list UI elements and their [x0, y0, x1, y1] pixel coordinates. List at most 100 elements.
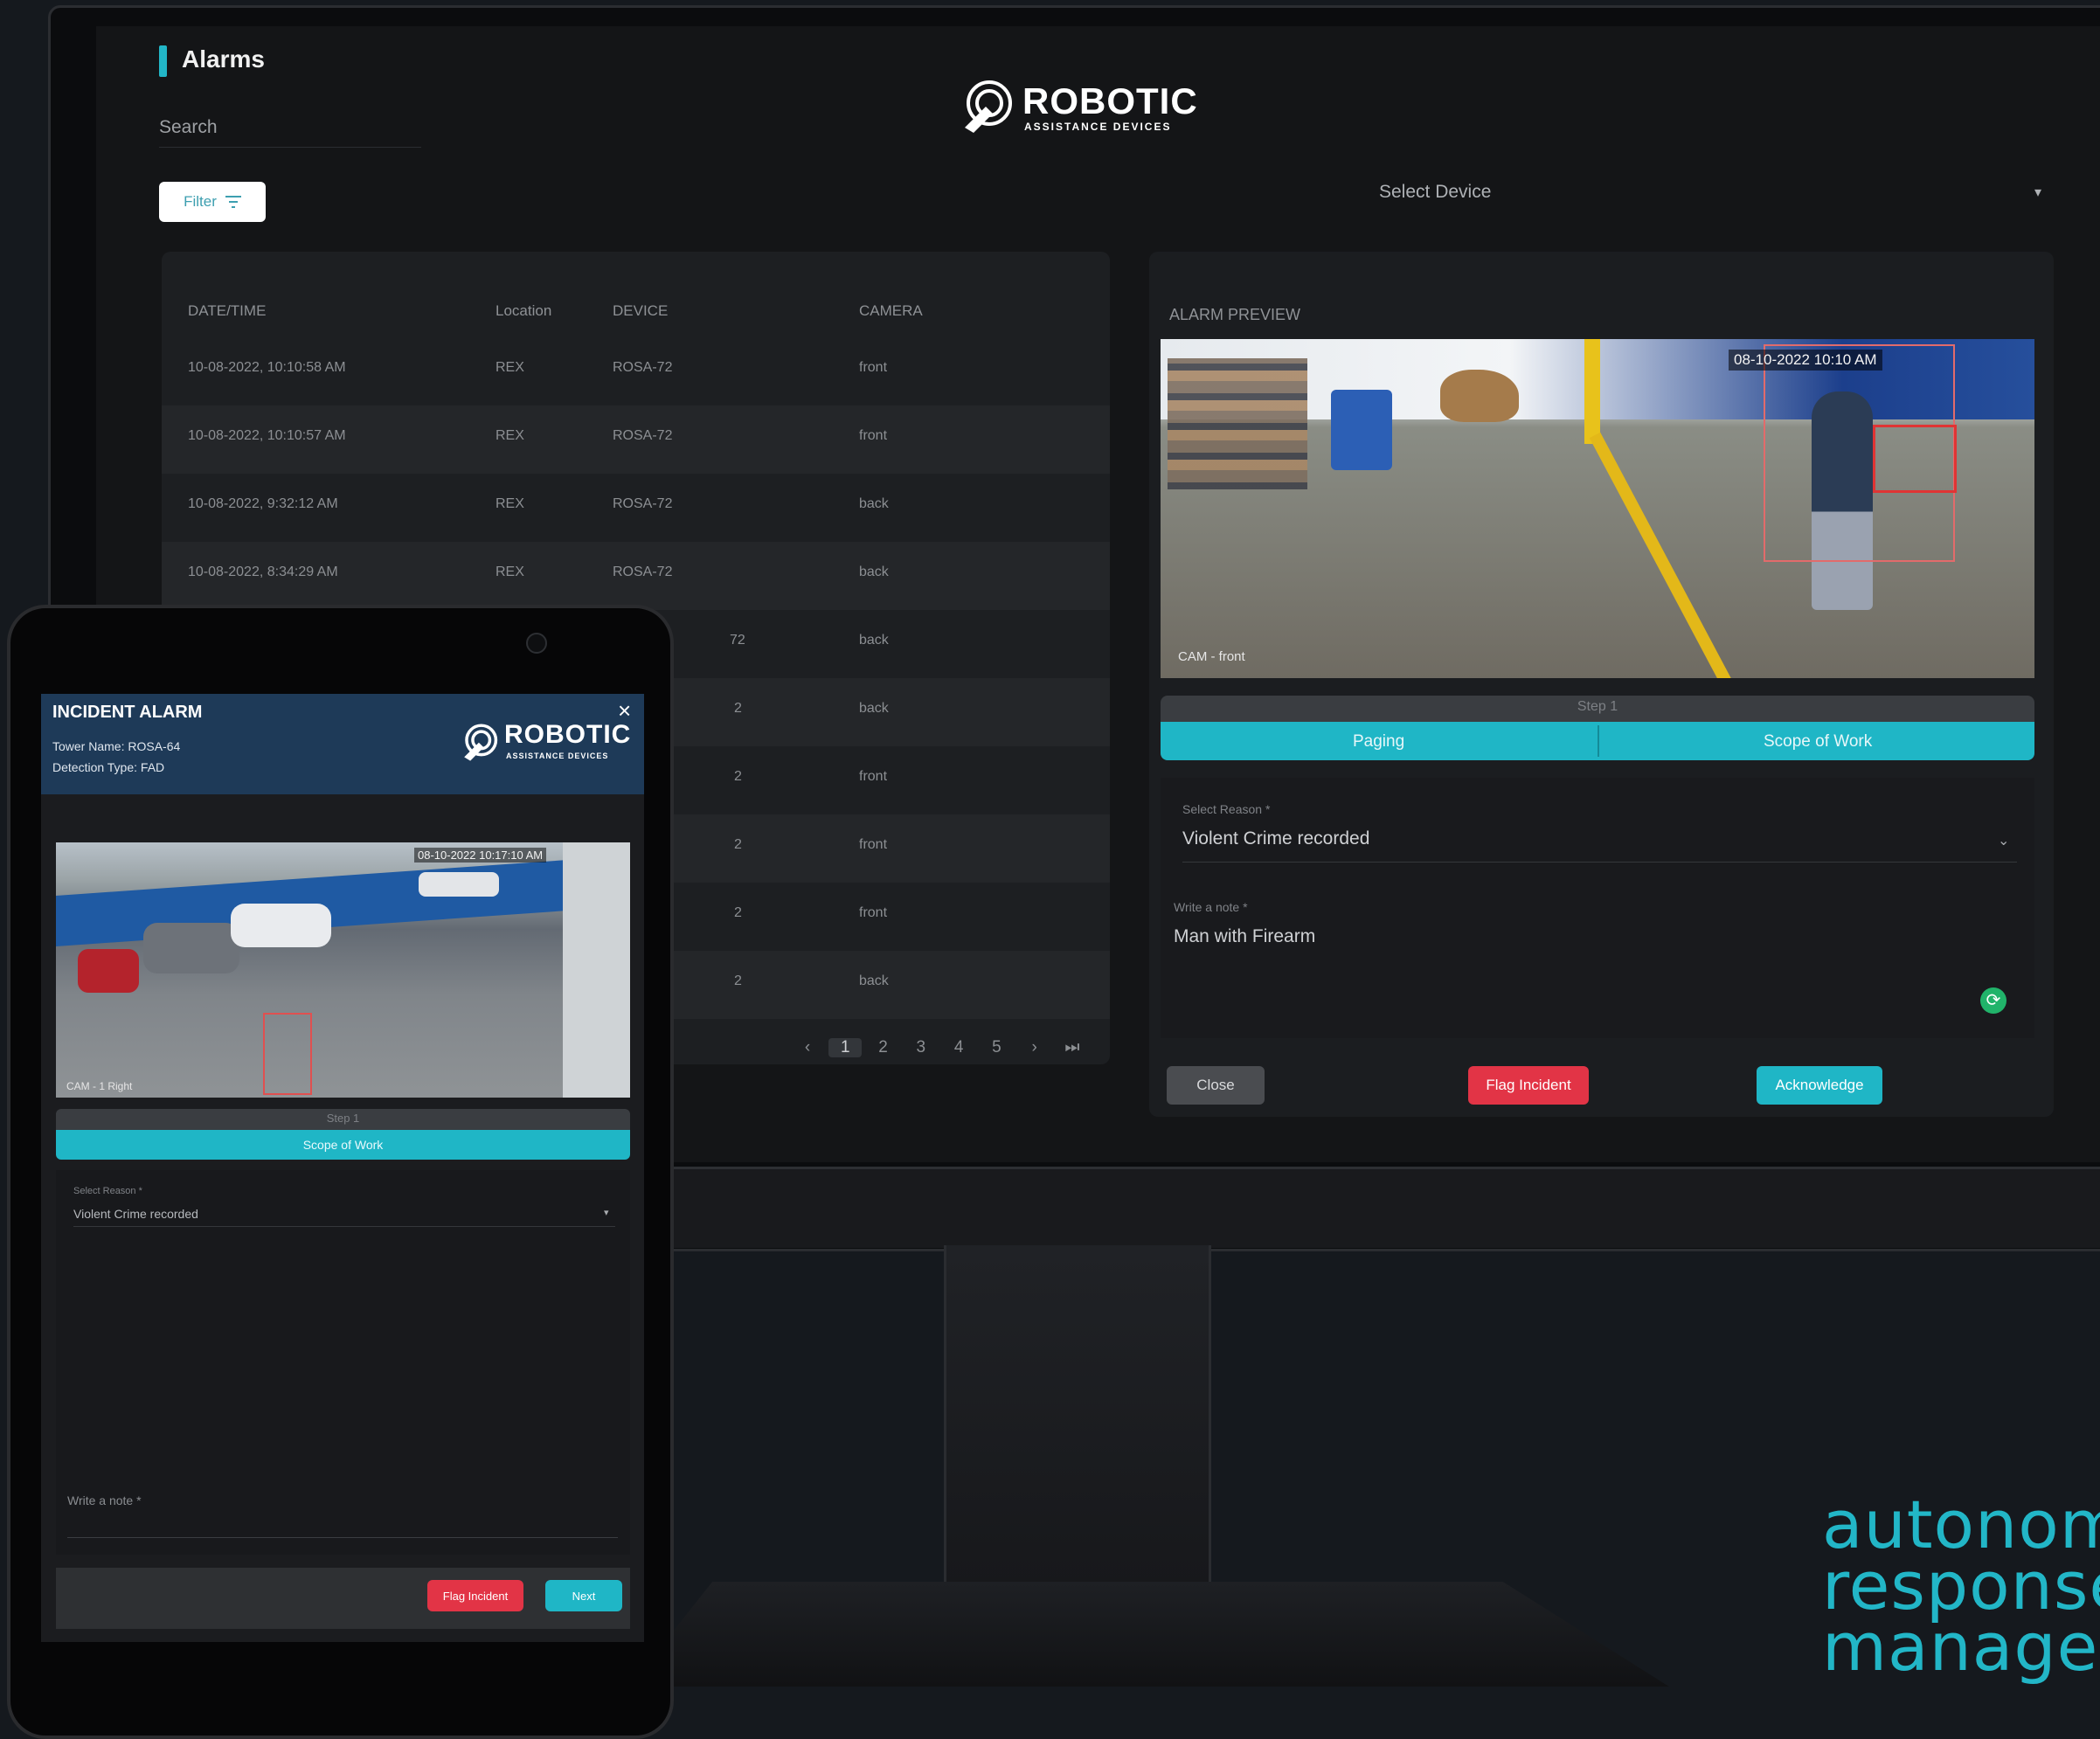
pagination-next-icon[interactable]: ›: [1018, 1038, 1051, 1057]
tab-scope-of-work[interactable]: Scope of Work: [1764, 732, 1872, 752]
tab-paging[interactable]: Paging: [1353, 732, 1404, 752]
cell-datetime: 10-08-2022, 10:10:58 AM: [188, 360, 346, 375]
filter-button[interactable]: Filter: [159, 182, 266, 222]
step-indicator: Step 1: [56, 1109, 630, 1130]
cell-device: 2: [734, 701, 742, 716]
cell-device: ROSA-72: [613, 496, 673, 511]
tablet-camera: [526, 633, 547, 654]
note-label: Write a note *: [1174, 900, 1248, 914]
tab-scope-label: Scope of Work: [302, 1138, 384, 1152]
cell-camera: front: [859, 837, 888, 852]
reason-label: Select Reason *: [73, 1186, 142, 1196]
incident-footer: Flag Incident Next: [56, 1568, 630, 1629]
feed-camera-label: CAM - front: [1178, 649, 1245, 664]
cell-camera: back: [859, 633, 889, 648]
tagline: autonomous response management: [1822, 1494, 2100, 1722]
cell-camera: back: [859, 701, 889, 716]
next-button[interactable]: Next: [545, 1580, 622, 1611]
cell-camera: front: [859, 905, 888, 920]
cell-device: 72: [730, 633, 745, 648]
cell-location: REX: [496, 565, 524, 579]
table-row[interactable]: 10-08-2022, 8:34:29 AM REX ROSA-72 back: [162, 542, 1110, 610]
pagination-page[interactable]: 4: [942, 1038, 975, 1057]
cell-device: 2: [734, 837, 742, 852]
feed-timestamp: 08-10-2022 10:17:10 AM: [414, 848, 547, 863]
column-header-datetime: DATE/TIME: [188, 302, 267, 319]
pagination-page[interactable]: 1: [828, 1038, 863, 1057]
camera-feed-image: 08-10-2022 10:17:10 AM CAM - 1 Right: [56, 842, 630, 1098]
tab-scope-of-work[interactable]: Scope of Work: [56, 1130, 630, 1160]
camera-feed-image: 08-10-2022 10:10 AM CAM - front: [1161, 339, 2034, 678]
cell-camera: back: [859, 496, 889, 511]
cell-device: 2: [734, 973, 742, 988]
pagination-page[interactable]: 3: [904, 1038, 938, 1057]
filter-icon: [225, 196, 241, 208]
monitor-chin: [664, 1167, 2100, 1248]
flag-incident-button[interactable]: Flag Incident: [1468, 1066, 1589, 1105]
cell-device: ROSA-72: [613, 565, 673, 579]
cell-camera: back: [859, 565, 889, 579]
step-label: Step 1: [326, 1112, 360, 1125]
feed-camera-label: CAM - 1 Right: [66, 1080, 133, 1092]
acknowledge-button[interactable]: Acknowledge: [1757, 1066, 1882, 1105]
select-device-dropdown[interactable]: Select Device: [1379, 182, 1491, 203]
cell-location: REX: [496, 360, 524, 375]
tagline-line: management: [1822, 1608, 2100, 1686]
logo-wordmark: ROBOTIC: [504, 720, 632, 749]
cell-camera: front: [859, 360, 888, 375]
pagination: ‹ 1 2 3 4 5 › ⏭: [791, 1038, 1089, 1057]
cell-camera: front: [859, 428, 888, 443]
filter-button-label: Filter: [184, 193, 217, 210]
detection-type: Detection Type: FAD: [52, 760, 165, 774]
monitor-stand-base: [629, 1582, 1669, 1687]
step-indicator: Step 1: [1161, 696, 2034, 722]
logo-wordmark: ROBOTIC: [1022, 80, 1198, 121]
tower-name: Tower Name: ROSA-64: [52, 739, 181, 753]
robotic-logo: ROBOTIC ASSISTANCE DEVICES: [960, 77, 1198, 138]
page-title: Alarms: [182, 45, 265, 73]
monitor-stand-neck: [944, 1245, 1211, 1586]
title-accent-bar: [159, 45, 167, 77]
alarm-form: Select Reason * Violent Crime recorded ⌄…: [1161, 778, 2034, 1038]
column-header-location: Location: [496, 302, 552, 319]
cell-datetime: 10-08-2022, 9:32:12 AM: [188, 496, 338, 511]
cell-datetime: 10-08-2022, 8:34:29 AM: [188, 565, 338, 579]
cell-camera: front: [859, 769, 888, 784]
grammar-check-icon[interactable]: ⟳: [1980, 987, 2006, 1014]
cell-device: 2: [734, 905, 742, 920]
pagination-page[interactable]: 2: [867, 1038, 900, 1057]
table-row[interactable]: 10-08-2022, 10:10:57 AM REX ROSA-72 fron…: [162, 405, 1110, 474]
reason-select[interactable]: Violent Crime recorded: [73, 1207, 198, 1221]
close-button[interactable]: Close: [1167, 1066, 1265, 1105]
logo-subtitle: ASSISTANCE DEVICES: [1024, 121, 1172, 133]
logo-subtitle: ASSISTANCE DEVICES: [506, 752, 609, 760]
note-textarea[interactable]: Write a note *: [67, 1493, 142, 1507]
pagination-prev-icon[interactable]: ‹: [791, 1038, 824, 1057]
cell-location: REX: [496, 496, 524, 511]
search-input[interactable]: Search: [159, 117, 218, 138]
reason-select[interactable]: Violent Crime recorded: [1182, 828, 1369, 849]
tablet-device: INCIDENT ALARM × Tower Name: ROSA-64 Det…: [7, 605, 674, 1739]
pagination-page[interactable]: 5: [980, 1038, 1013, 1057]
table-row[interactable]: 10-08-2022, 9:32:12 AM REX ROSA-72 back: [162, 474, 1110, 542]
note-textarea[interactable]: Man with Firearm: [1174, 926, 1315, 947]
flag-incident-button[interactable]: Flag Incident: [427, 1580, 523, 1611]
pagination-last-icon[interactable]: ⏭: [1056, 1038, 1089, 1057]
reason-label: Select Reason *: [1182, 802, 1271, 816]
column-header-camera: CAMERA: [859, 302, 923, 319]
cell-location: REX: [496, 428, 524, 443]
robotic-hand-icon: [464, 724, 498, 761]
incident-title: INCIDENT ALARM: [52, 703, 203, 722]
table-row[interactable]: 10-08-2022, 10:10:58 AM REX ROSA-72 fron…: [162, 337, 1110, 405]
cell-device: 2: [734, 769, 742, 784]
robotic-logo: ROBOTIC ASSISTANCE DEVICES: [461, 720, 635, 764]
alarm-preview-title: ALARM PREVIEW: [1169, 306, 1301, 323]
chevron-down-icon[interactable]: ▾: [604, 1207, 609, 1218]
detection-box: [263, 1013, 312, 1095]
chevron-down-icon[interactable]: ⌄: [1998, 832, 2009, 849]
cell-device: ROSA-72: [613, 428, 673, 443]
chevron-down-icon[interactable]: ▾: [2034, 184, 2041, 201]
cell-device: ROSA-72: [613, 360, 673, 375]
column-header-device: DEVICE: [613, 302, 669, 319]
alarm-preview-panel: ALARM PREVIEW 08-10-2022 10:10 AM CAM - …: [1149, 252, 2054, 1117]
